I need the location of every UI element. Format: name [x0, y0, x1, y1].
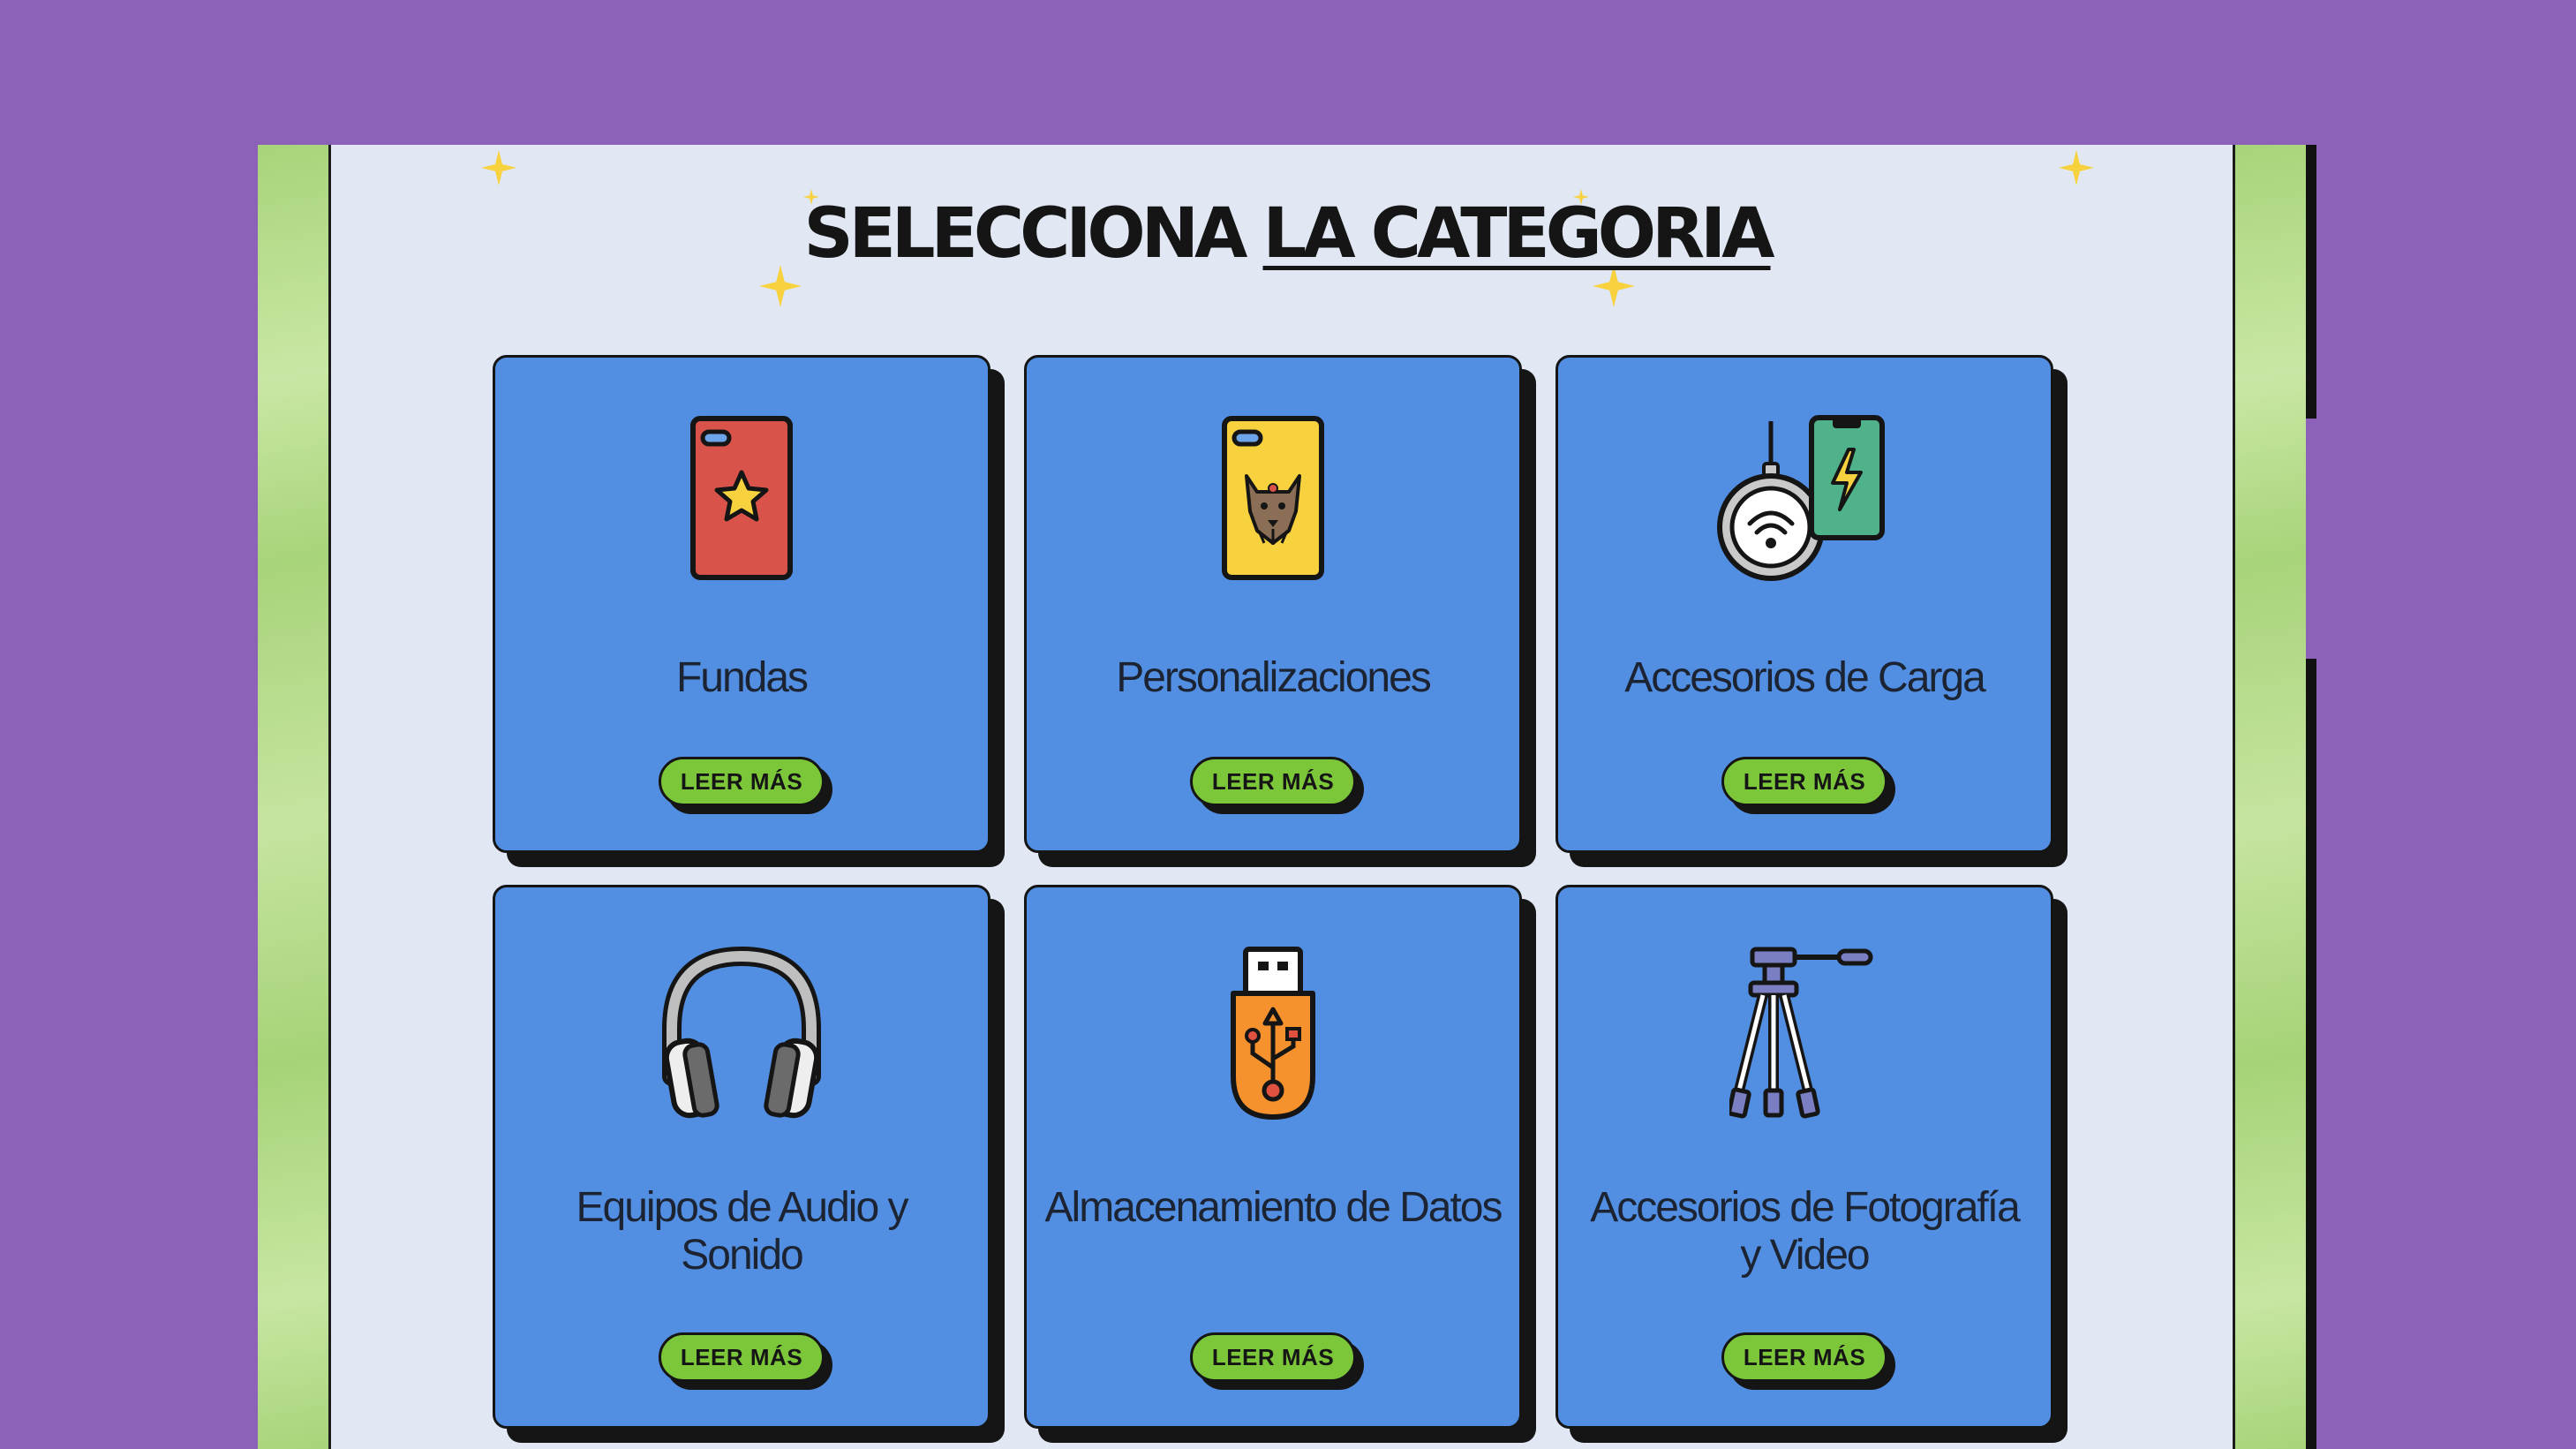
category-card-fotografia-video[interactable]: Accesorios de Fotografía y Video LEER MÁ…: [1555, 885, 2053, 1429]
category-card-fundas[interactable]: Fundas LEER MÁS: [493, 355, 990, 853]
leer-mas-button[interactable]: LEER MÁS: [1721, 757, 1887, 806]
sparkle-icon: [481, 150, 516, 185]
category-card-almacenamiento[interactable]: Almacenamiento de Datos LEER MÁS: [1024, 885, 1522, 1429]
category-card-equipos-de-audio[interactable]: Equipos de Audio y Sonido LEER MÁS: [493, 885, 990, 1429]
left-decorative-stripe: [258, 145, 331, 1449]
page-title-part2: LA CATEGORIA: [1262, 194, 1775, 274]
category-label: Equipos de Audio y Sonido: [576, 1184, 909, 1279]
category-label: Accesorios de Carga: [1624, 654, 1986, 701]
page-title-part1: SELECCIONA: [803, 194, 1247, 274]
scrollbar[interactable]: [2306, 145, 2316, 1449]
sparkle-icon: [2059, 150, 2094, 185]
scrollbar-thumb[interactable]: [2306, 419, 2316, 659]
category-label: Almacenamiento de Datos: [1044, 1184, 1503, 1231]
tripod-icon: [1729, 947, 1873, 1119]
page-title: SELECCIONA LA CATEGORIA: [258, 194, 2316, 274]
category-label: Fundas: [675, 654, 809, 701]
category-label: Personalizaciones: [1116, 654, 1432, 701]
category-card-accesorios-de-carga[interactable]: Accesorios de Carga LEER MÁS: [1555, 355, 2053, 853]
usb-drive-icon: [1231, 947, 1315, 1120]
leer-mas-button[interactable]: LEER MÁS: [1190, 757, 1356, 806]
leer-mas-button[interactable]: LEER MÁS: [1721, 1332, 1887, 1382]
phone-case-star-icon: [690, 416, 793, 580]
browser-window: SELECCIONA LA CATEGORIA Fundas LEER MÁS: [258, 145, 2316, 1449]
wireless-charger-icon: [1717, 415, 1885, 581]
right-decorative-stripe: [2233, 145, 2306, 1449]
leer-mas-button[interactable]: LEER MÁS: [659, 1332, 825, 1382]
category-label: Accesorios de Fotografía y Video: [1590, 1184, 2021, 1279]
leer-mas-button[interactable]: LEER MÁS: [1190, 1332, 1356, 1382]
category-card-personalizaciones[interactable]: Personalizaciones LEER MÁS: [1024, 355, 1522, 853]
headphones-icon: [662, 946, 821, 1119]
leer-mas-button[interactable]: LEER MÁS: [659, 757, 825, 806]
phone-case-dog-icon: [1222, 416, 1324, 580]
